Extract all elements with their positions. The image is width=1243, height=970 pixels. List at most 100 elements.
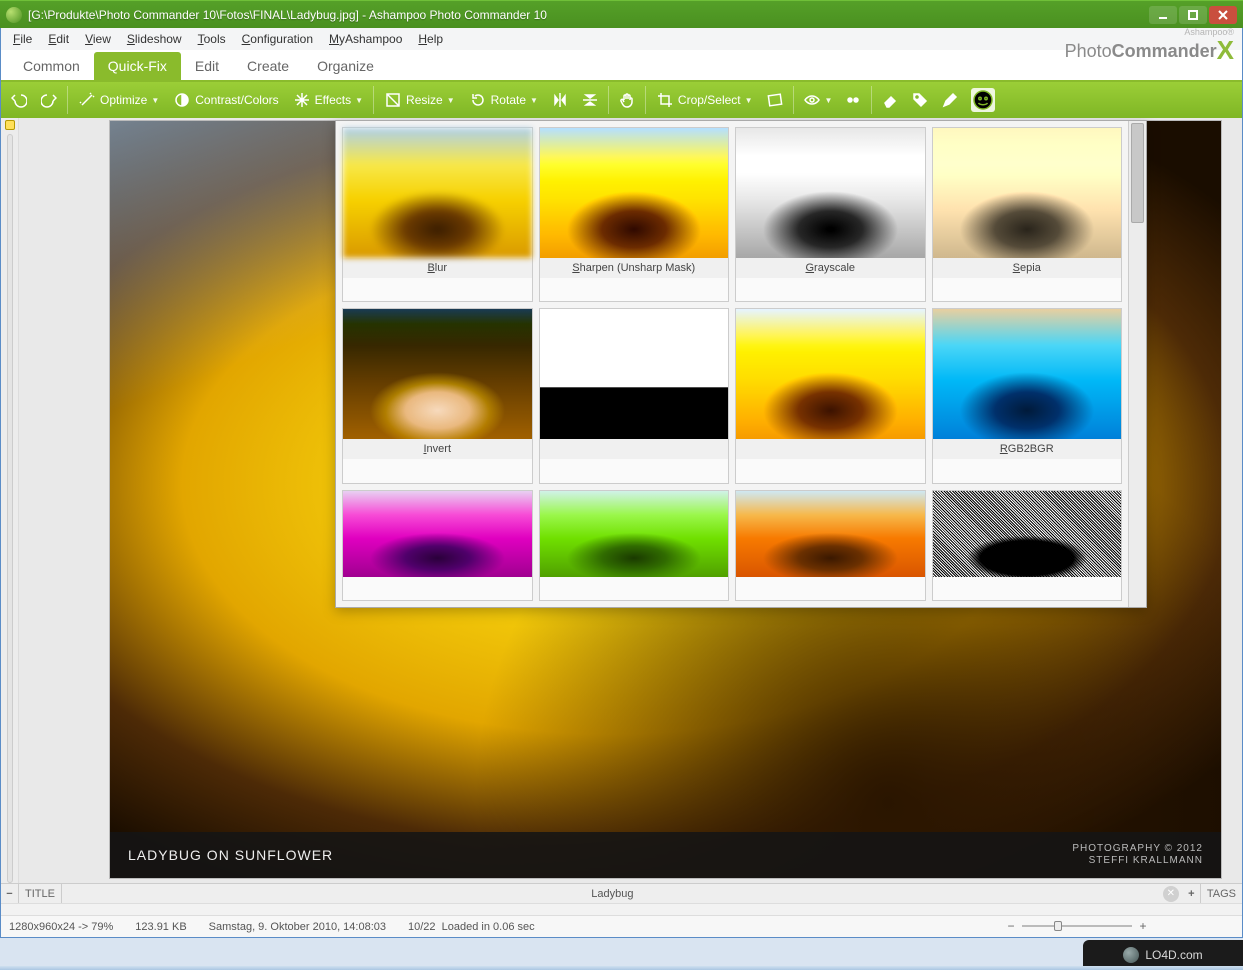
contrast-icon: [173, 91, 191, 109]
effect-grayscale[interactable]: Grayscale: [735, 127, 926, 302]
effect-unnamed[interactable]: [539, 308, 730, 483]
effect-label: Invert: [343, 439, 532, 459]
tab-common[interactable]: Common: [9, 52, 94, 80]
effect-unnamed[interactable]: [735, 308, 926, 483]
effect-label: Blur: [343, 258, 532, 278]
redo-button[interactable]: [35, 85, 63, 115]
redeye-button[interactable]: [839, 85, 867, 115]
tags-label: TAGS: [1201, 884, 1242, 903]
app-body: File Edit View Slideshow Tools Configura…: [0, 28, 1243, 938]
brand-logo: Ashampoo® PhotoCommanderX: [1065, 28, 1234, 63]
title-value[interactable]: Ladybug: [62, 888, 1163, 900]
tag-icon: [911, 91, 929, 109]
rotate-button[interactable]: Rotate▼: [463, 85, 544, 115]
menu-tools[interactable]: Tools: [190, 30, 234, 48]
status-filesize: 123.91 KB: [135, 921, 186, 933]
status-date: Samstag, 9. Oktober 2010, 14:08:03: [209, 921, 386, 933]
window-titlebar: [G:\Produkte\Photo Commander 10\Fotos\FI…: [0, 0, 1243, 28]
menubar: File Edit View Slideshow Tools Configura…: [1, 28, 1242, 50]
effect-label: Grayscale: [736, 258, 925, 278]
effect-label: [540, 439, 729, 459]
effect-unnamed[interactable]: [932, 490, 1123, 601]
effect-label: [736, 439, 925, 459]
menu-file[interactable]: File: [5, 30, 40, 48]
flip-h-icon: [551, 91, 569, 109]
status-dimensions: 1280x960x24 -> 79%: [9, 921, 113, 933]
eraser-button[interactable]: [876, 85, 904, 115]
resize-button[interactable]: Resize▼: [378, 85, 461, 115]
effects-button[interactable]: Effects▼: [287, 85, 369, 115]
effect-thumbnail: [933, 491, 1122, 577]
effect-thumbnail: [736, 128, 925, 258]
effects-scrollbar[interactable]: [1128, 121, 1146, 607]
effect-invert[interactable]: Invert: [342, 308, 533, 483]
menu-view[interactable]: View: [77, 30, 119, 48]
face-button[interactable]: [966, 85, 1000, 115]
effect-label: Sepia: [933, 258, 1122, 278]
effect-label: RGB2BGR: [933, 439, 1122, 459]
effect-thumbnail: [343, 309, 532, 439]
thin-divider: [1, 903, 1242, 915]
menu-configuration[interactable]: Configuration: [234, 30, 321, 48]
flip-v-icon: [581, 91, 599, 109]
sparkle-icon: [293, 91, 311, 109]
effect-thumbnail: [736, 491, 925, 577]
effects-panel: Blur Sharpen (Unsharp Mask) Grayscale Sepia…: [335, 120, 1147, 608]
undo-button[interactable]: [5, 85, 33, 115]
effect-rgb2bgr[interactable]: RGB2BGR: [932, 308, 1123, 483]
maximize-button[interactable]: [1179, 6, 1207, 24]
window-title: [G:\Produkte\Photo Commander 10\Fotos\FI…: [28, 8, 1149, 22]
menu-slideshow[interactable]: Slideshow: [119, 30, 190, 48]
flip-h-button[interactable]: [546, 85, 574, 115]
os-taskbar-strip: [0, 966, 1243, 970]
effect-unnamed[interactable]: [735, 490, 926, 601]
window-controls: [1149, 6, 1237, 24]
effect-thumbnail: [933, 309, 1122, 439]
tab-quickfix[interactable]: Quick-Fix: [94, 52, 181, 80]
eraser-icon: [881, 91, 899, 109]
photo-caption: LADYBUG ON SUNFLOWER: [128, 847, 333, 863]
effect-thumbnail: [540, 128, 729, 258]
effect-unnamed[interactable]: [342, 490, 533, 601]
close-button[interactable]: [1209, 6, 1237, 24]
menu-myashampoo[interactable]: MyAshampoo: [321, 30, 410, 48]
status-bar: 1280x960x24 -> 79% 123.91 KB Samstag, 9.…: [1, 915, 1242, 937]
crop-button[interactable]: Crop/Select▼: [650, 85, 759, 115]
effect-thumbnail: [540, 309, 729, 439]
effect-thumbnail: [343, 491, 532, 577]
zoom-slider[interactable]: [1022, 920, 1132, 932]
watermark-icon: [1123, 947, 1139, 963]
rail-track[interactable]: [7, 134, 13, 883]
photo-caption-bar: LADYBUG ON SUNFLOWER PHOTOGRAPHY © 2012 …: [110, 832, 1221, 878]
tags-expand[interactable]: +: [1183, 884, 1201, 903]
dots-icon: [844, 91, 862, 109]
rail-knob[interactable]: [5, 120, 15, 130]
menu-help[interactable]: Help: [410, 30, 451, 48]
pen-button[interactable]: [936, 85, 964, 115]
effect-sharpen-unsharp-mask-[interactable]: Sharpen (Unsharp Mask): [539, 127, 730, 302]
optimize-button[interactable]: Optimize▼: [72, 85, 165, 115]
tab-organize[interactable]: Organize: [303, 52, 388, 80]
title-collapse[interactable]: −: [1, 884, 19, 903]
effect-unnamed[interactable]: [539, 490, 730, 601]
menu-edit[interactable]: Edit: [40, 30, 77, 48]
tab-create[interactable]: Create: [233, 52, 303, 80]
effect-sepia[interactable]: Sepia: [932, 127, 1123, 302]
resize-icon: [384, 91, 402, 109]
straighten-button[interactable]: [761, 85, 789, 115]
eye-button[interactable]: ▼: [798, 85, 838, 115]
flip-v-button[interactable]: [576, 85, 604, 115]
tag-button[interactable]: [906, 85, 934, 115]
undo-icon: [10, 91, 28, 109]
tab-edit[interactable]: Edit: [181, 52, 233, 80]
contrast-button[interactable]: Contrast/Colors: [167, 85, 284, 115]
photo-credit: PHOTOGRAPHY © 2012 STEFFI KRALLMANN: [1072, 843, 1203, 867]
wand-icon: [78, 91, 96, 109]
zoom-out[interactable]: −: [1004, 919, 1018, 933]
title-clear[interactable]: ✕: [1163, 886, 1179, 902]
pen-icon: [941, 91, 959, 109]
minimize-button[interactable]: [1149, 6, 1177, 24]
pan-button[interactable]: [613, 85, 641, 115]
effect-blur[interactable]: Blur: [342, 127, 533, 302]
zoom-in[interactable]: +: [1136, 919, 1150, 933]
